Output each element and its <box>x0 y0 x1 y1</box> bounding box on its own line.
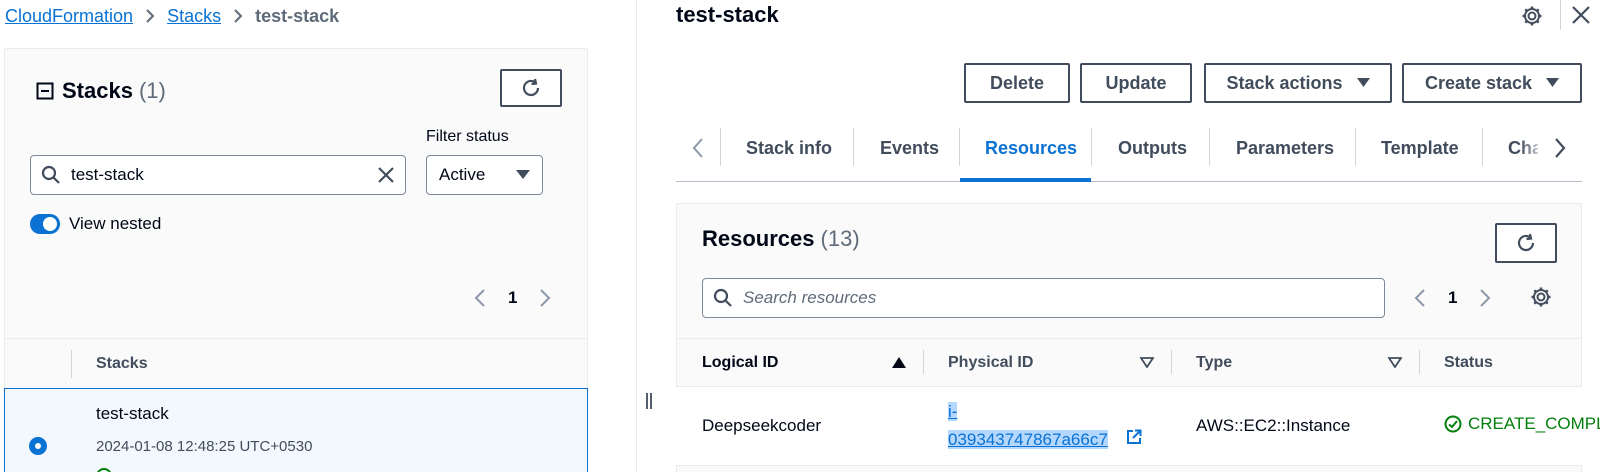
panel-splitter[interactable] <box>636 0 637 472</box>
create-stack-button[interactable]: Create stack <box>1402 63 1582 103</box>
chevron-right-icon[interactable] <box>1479 288 1491 308</box>
tabs-scroll-left-icon[interactable] <box>692 137 704 159</box>
resource-physical-id-link[interactable]: i- 039343747867a66c7 <box>948 398 1148 454</box>
view-nested-toggle[interactable] <box>30 214 60 234</box>
resources-pagination: 1 <box>1414 288 1491 308</box>
status-badge: CREATE_COMPLETE <box>1444 414 1600 434</box>
stacks-title-text: Stacks <box>62 78 133 103</box>
tabs-scroll-right-icon[interactable] <box>1554 137 1566 159</box>
caret-down-icon <box>1546 78 1560 87</box>
stack-actions-button[interactable]: Stack actions <box>1204 63 1392 103</box>
tab-divider <box>853 128 854 166</box>
clear-icon[interactable] <box>377 166 395 184</box>
table-settings-gear-icon[interactable] <box>1530 286 1552 308</box>
chevron-right-icon[interactable] <box>539 288 551 308</box>
resources-refresh-button[interactable] <box>1495 223 1557 263</box>
column-header-status[interactable]: Status <box>1444 354 1493 372</box>
page-title: test-stack <box>676 2 779 27</box>
tab-divider <box>1209 128 1210 166</box>
delete-button[interactable]: Delete <box>964 63 1070 103</box>
resources-title: Resources (13) <box>702 226 860 252</box>
breadcrumb-current: test-stack <box>255 5 340 26</box>
tab-stack-info[interactable]: Stack info <box>746 138 832 159</box>
divider <box>4 338 588 339</box>
check-circle-icon <box>1444 415 1462 433</box>
stack-name: test-stack <box>96 404 169 423</box>
tab-template[interactable]: Template <box>1381 138 1459 159</box>
sort-icon[interactable] <box>1388 357 1402 368</box>
chevron-right-icon <box>145 8 155 24</box>
stacks-page-number[interactable]: 1 <box>508 288 517 308</box>
breadcrumb: CloudFormation Stacks test-stack <box>5 4 339 28</box>
search-icon <box>41 165 61 185</box>
column-divider <box>1419 350 1420 374</box>
filter-status-select[interactable]: Active <box>426 155 543 195</box>
tabs-underline <box>676 181 1582 182</box>
resource-logical-id: Deepseekcoder <box>702 416 822 435</box>
tab-divider <box>720 128 721 166</box>
tab-divider <box>959 128 960 166</box>
column-divider <box>1171 350 1172 374</box>
tab-parameters[interactable]: Parameters <box>1236 138 1334 159</box>
tab-events[interactable]: Events <box>880 138 939 159</box>
column-header-type[interactable]: Type <box>1196 354 1232 372</box>
caret-down-icon <box>1356 78 1370 87</box>
column-header-physical-id[interactable]: Physical ID <box>948 354 1033 372</box>
search-icon <box>713 288 733 308</box>
view-nested-label: View nested <box>69 214 162 233</box>
physical-id-line2: 039343747867a66c7 <box>948 430 1108 449</box>
resource-type: AWS::EC2::Instance <box>1196 416 1351 435</box>
create-stack-label: Create stack <box>1424 72 1533 93</box>
stacks-column-header: Stacks <box>96 355 148 372</box>
filter-status-value: Active <box>439 165 486 184</box>
tab-outputs[interactable]: Outputs <box>1118 138 1187 159</box>
table-row[interactable] <box>4 388 588 472</box>
refresh-icon <box>1517 233 1535 252</box>
sort-icon[interactable] <box>1140 357 1154 368</box>
close-icon[interactable] <box>1572 6 1590 24</box>
divider <box>1560 0 1561 30</box>
stacks-search-box[interactable] <box>30 155 406 195</box>
stacks-title: Stacks (1) <box>36 78 166 104</box>
stack-actions-label: Stack actions <box>1226 72 1343 93</box>
refresh-icon <box>522 78 540 97</box>
stack-created-time: 2024-01-08 12:48:25 UTC+0530 <box>96 438 313 455</box>
drag-handle-icon[interactable] <box>644 392 654 410</box>
resources-count: (13) <box>820 226 860 251</box>
sort-ascending-icon[interactable] <box>892 357 906 368</box>
row-radio[interactable] <box>29 437 47 455</box>
resources-title-text: Resources <box>702 226 815 251</box>
breadcrumb-cloudformation-link[interactable]: CloudFormation <box>5 6 133 27</box>
caret-down-icon <box>516 170 530 180</box>
column-divider <box>923 350 924 374</box>
chevron-left-icon[interactable] <box>474 288 486 308</box>
divider <box>676 338 1582 339</box>
column-header-logical-id[interactable]: Logical ID <box>702 354 778 372</box>
tab-divider <box>1482 128 1483 166</box>
active-tab-indicator <box>960 178 1091 182</box>
resources-page-number[interactable]: 1 <box>1448 288 1457 308</box>
stacks-count: (1) <box>138 78 166 103</box>
external-link-icon[interactable] <box>1126 429 1142 445</box>
collapse-icon[interactable] <box>36 82 54 100</box>
chevron-left-icon[interactable] <box>1414 288 1426 308</box>
resources-search-input[interactable] <box>743 288 1384 308</box>
stacks-refresh-button[interactable] <box>500 69 562 107</box>
physical-id-line1: i- <box>948 402 958 421</box>
tab-divider <box>1355 128 1356 166</box>
breadcrumb-stacks-link[interactable]: Stacks <box>167 6 221 27</box>
stacks-pagination: 1 <box>474 288 551 308</box>
resources-search-box[interactable] <box>702 278 1385 318</box>
chevron-right-icon <box>233 8 243 24</box>
resource-status: CREATE_COMPLETE <box>1468 414 1600 433</box>
stacks-search-input[interactable] <box>71 165 377 185</box>
filter-status-label: Filter status <box>426 128 509 145</box>
update-button[interactable]: Update <box>1080 63 1192 103</box>
tabs-fade <box>1520 130 1546 168</box>
column-divider <box>71 350 72 378</box>
gear-icon[interactable] <box>1521 5 1543 27</box>
tab-resources[interactable]: Resources <box>985 138 1077 159</box>
tab-divider <box>1091 128 1092 166</box>
